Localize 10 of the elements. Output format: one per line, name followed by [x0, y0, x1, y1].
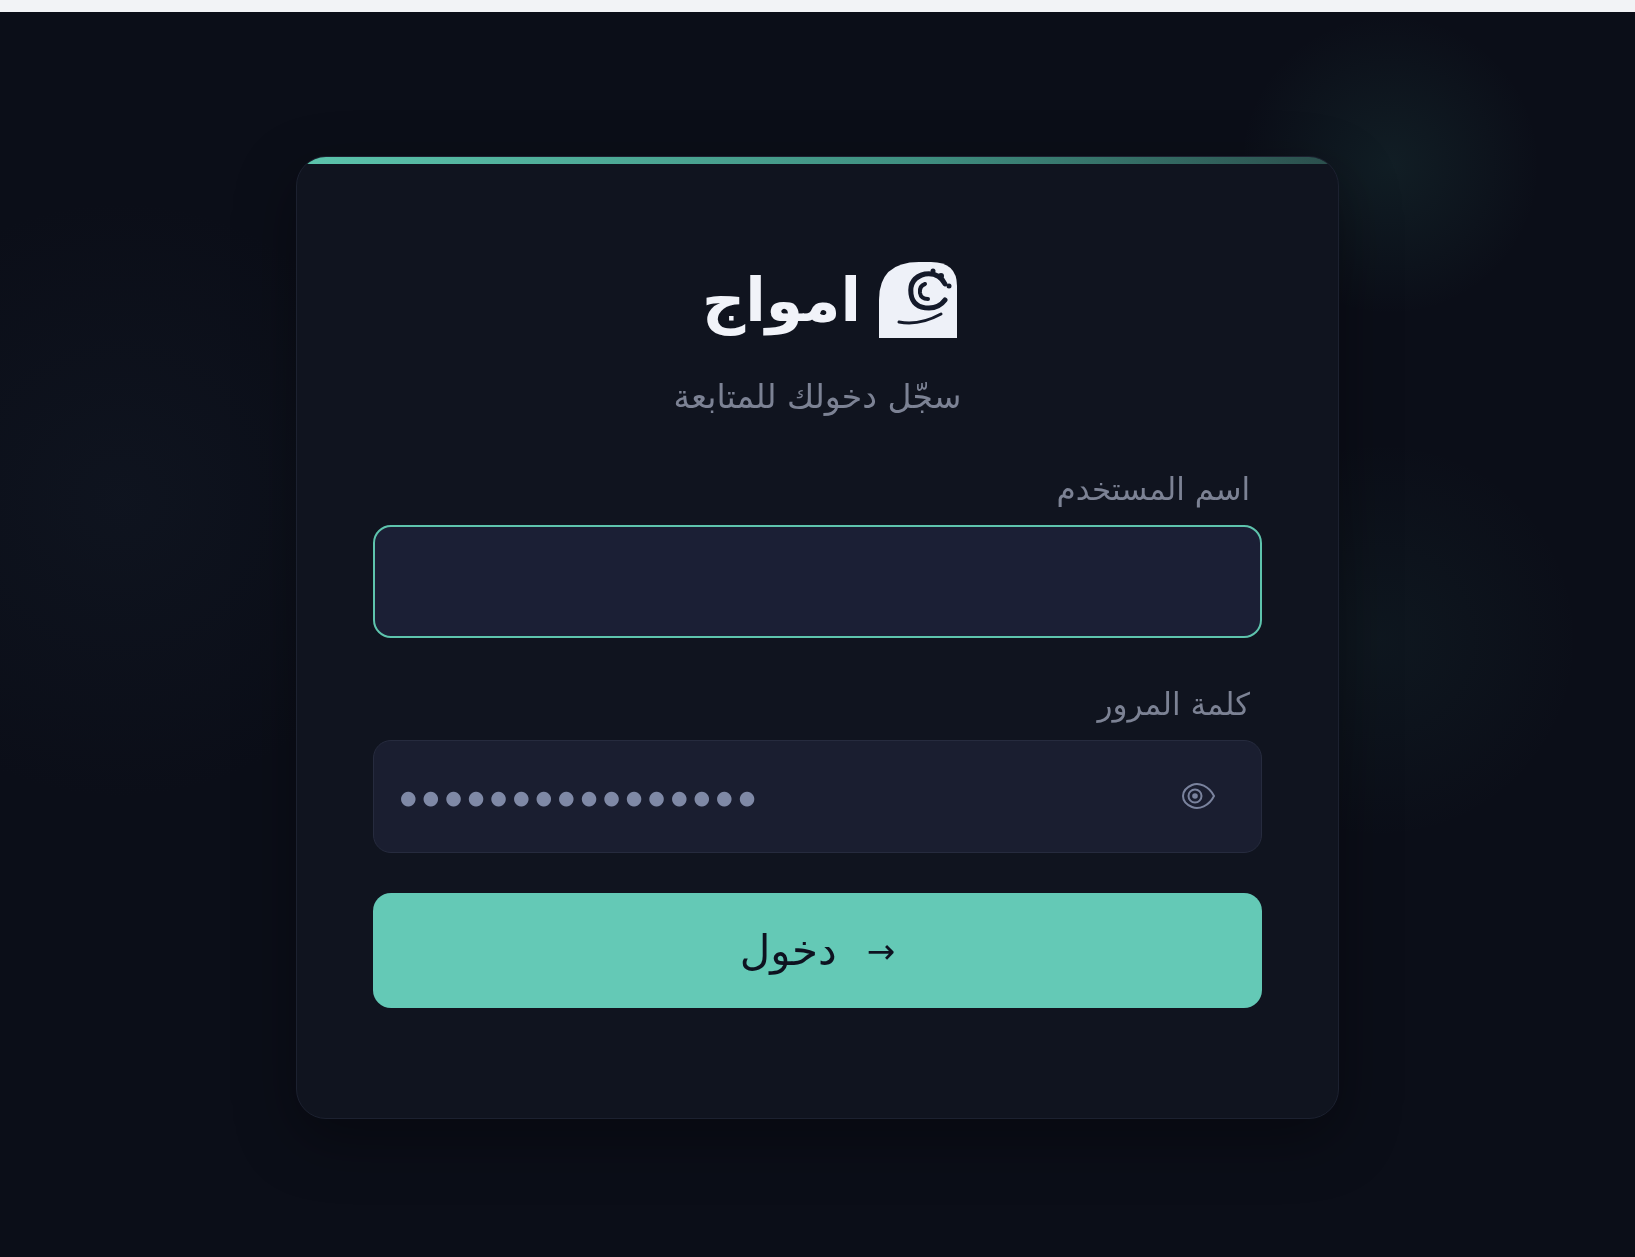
- field-label: اسم المستخدم: [1056, 469, 1250, 510]
- eye-icon[interactable]: [1182, 781, 1216, 812]
- password-field[interactable]: ●●●●●●●●●●●●●●●●: [373, 740, 1262, 854]
- subtitle: سجّل دخولك للمتابعة: [672, 376, 963, 418]
- username-field[interactable]: [373, 525, 1262, 639]
- wave-icon: [879, 262, 958, 338]
- brand-name: امواج: [701, 264, 862, 336]
- arrow-icon: →: [866, 931, 896, 971]
- login-button[interactable]: → دخول: [373, 893, 1262, 1009]
- field-label: كلمة المرور: [1097, 685, 1250, 725]
